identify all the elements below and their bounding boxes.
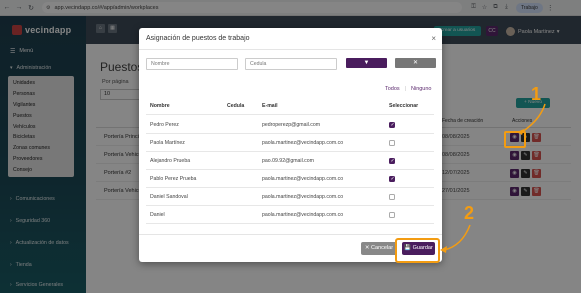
step1-arrowhead — [517, 129, 524, 135]
step2-arrow — [443, 224, 471, 251]
step2-number: 2 — [464, 203, 475, 223]
step1-arrow — [521, 103, 546, 133]
step2-arrowhead — [440, 246, 447, 253]
step1-number: 1 — [531, 84, 542, 104]
annotation-arrows — [440, 103, 546, 253]
